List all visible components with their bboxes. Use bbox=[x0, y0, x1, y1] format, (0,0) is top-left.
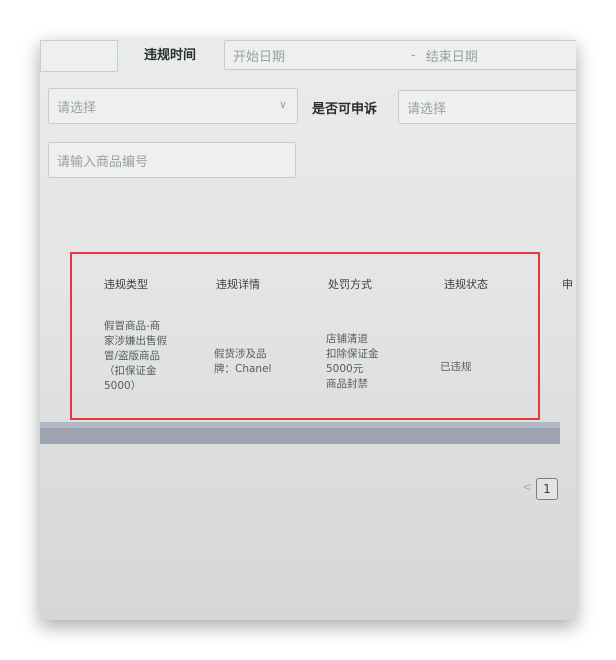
column-header-violation-detail: 违规详情 bbox=[216, 278, 260, 291]
text-line: 店铺清退 bbox=[326, 333, 368, 345]
column-header-status: 违规状态 bbox=[444, 278, 488, 291]
cell-penalty: 店铺清退 扣除保证金 5000元 商品封禁 bbox=[326, 332, 379, 392]
text-line: 5000元 bbox=[326, 363, 364, 375]
cell-violation-detail: 假货涉及品 牌：Chanel bbox=[214, 347, 271, 377]
select-placeholder: 请选择 bbox=[407, 101, 447, 117]
text-line: 5000） bbox=[104, 380, 142, 392]
column-header-penalty: 处罚方式 bbox=[328, 278, 372, 291]
text-line: 假冒商品-商 bbox=[104, 320, 161, 332]
text-line: 家涉嫌出售假 bbox=[104, 335, 167, 347]
appeal-label: 是否可申诉 bbox=[312, 102, 378, 117]
text-line: （扣保证金 bbox=[104, 365, 157, 377]
date-range-input[interactable]: 开始日期 - 结束日期 bbox=[224, 40, 576, 70]
cell-violation-type: 假冒商品-商 家涉嫌出售假 冒/盗版商品 （扣保证金 5000） bbox=[104, 319, 167, 394]
text-line: 商品封禁 bbox=[326, 378, 368, 390]
prev-page-icon[interactable]: < bbox=[522, 480, 532, 494]
product-id-placeholder: 请输入商品编号 bbox=[57, 154, 149, 170]
top-left-input[interactable] bbox=[40, 40, 118, 72]
chevron-down-icon: ∨ bbox=[278, 98, 287, 111]
page-number-button[interactable]: 1 bbox=[536, 478, 558, 500]
text-line: 假货涉及品 bbox=[214, 348, 267, 360]
date-separator: - bbox=[411, 47, 416, 63]
violation-type-select[interactable]: 请选择 ∨ bbox=[48, 88, 298, 124]
select-placeholder: 请选择 bbox=[57, 100, 97, 116]
column-header-violation-type: 违规类型 bbox=[104, 278, 148, 291]
appeal-select[interactable]: 请选择 bbox=[398, 90, 576, 124]
end-date-placeholder[interactable]: 结束日期 bbox=[426, 46, 478, 65]
product-id-input[interactable]: 请输入商品编号 bbox=[48, 142, 296, 178]
text-line: 扣除保证金 bbox=[326, 348, 379, 360]
violation-time-label: 违规时间 bbox=[144, 48, 197, 63]
cell-status: 已违规 bbox=[440, 361, 472, 373]
photo-frame: 违规时间 开始日期 - 结束日期 请选择 ∨ 是否可申诉 请选择 请输入商品编号… bbox=[40, 40, 576, 620]
text-line: 冒/盗版商品 bbox=[104, 350, 161, 362]
start-date-placeholder[interactable]: 开始日期 bbox=[233, 46, 285, 65]
horizontal-scrollbar[interactable] bbox=[40, 422, 560, 444]
text-line: 牌：Chanel bbox=[214, 363, 272, 375]
column-header-appeal: 申 bbox=[562, 278, 573, 291]
